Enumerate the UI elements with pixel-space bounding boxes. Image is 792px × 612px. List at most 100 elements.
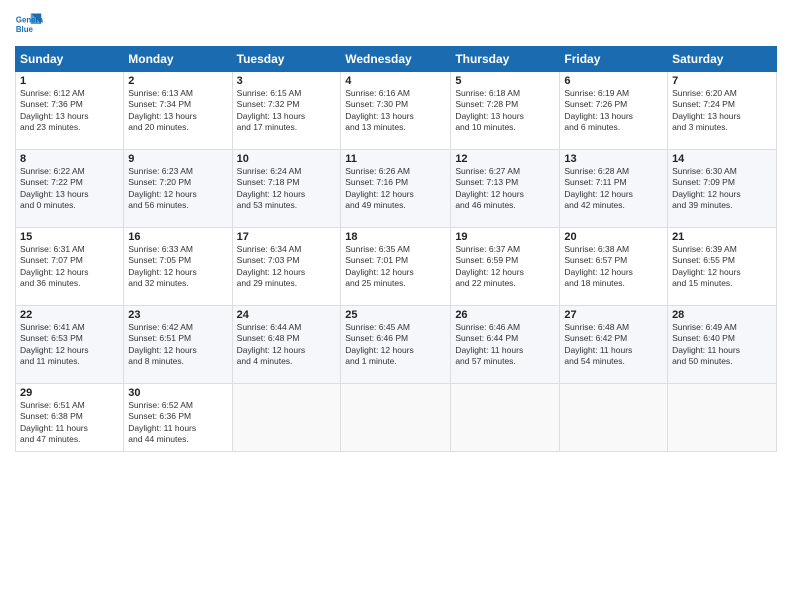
calendar-week-3: 15Sunrise: 6:31 AM Sunset: 7:07 PM Dayli…	[16, 228, 777, 306]
day-number: 16	[128, 231, 227, 243]
day-info: Sunrise: 6:52 AM Sunset: 6:36 PM Dayligh…	[128, 400, 227, 446]
day-info: Sunrise: 6:49 AM Sunset: 6:40 PM Dayligh…	[672, 322, 772, 368]
day-number: 4	[345, 75, 446, 87]
calendar-cell: 21Sunrise: 6:39 AM Sunset: 6:55 PM Dayli…	[668, 228, 777, 306]
day-number: 15	[20, 231, 119, 243]
calendar-cell: 20Sunrise: 6:38 AM Sunset: 6:57 PM Dayli…	[560, 228, 668, 306]
weekday-header-monday: Monday	[124, 47, 232, 72]
day-info: Sunrise: 6:27 AM Sunset: 7:13 PM Dayligh…	[455, 166, 555, 212]
day-info: Sunrise: 6:38 AM Sunset: 6:57 PM Dayligh…	[564, 244, 663, 290]
calendar-cell: 23Sunrise: 6:42 AM Sunset: 6:51 PM Dayli…	[124, 306, 232, 384]
svg-text:General: General	[16, 15, 43, 24]
day-info: Sunrise: 6:39 AM Sunset: 6:55 PM Dayligh…	[672, 244, 772, 290]
day-number: 2	[128, 75, 227, 87]
calendar-cell: 3Sunrise: 6:15 AM Sunset: 7:32 PM Daylig…	[232, 72, 341, 150]
day-info: Sunrise: 6:13 AM Sunset: 7:34 PM Dayligh…	[128, 88, 227, 134]
day-number: 23	[128, 309, 227, 321]
calendar-cell	[232, 384, 341, 452]
logo: General Blue	[15, 10, 45, 38]
day-info: Sunrise: 6:24 AM Sunset: 7:18 PM Dayligh…	[237, 166, 337, 212]
weekday-header-tuesday: Tuesday	[232, 47, 341, 72]
day-number: 26	[455, 309, 555, 321]
weekday-header-row: SundayMondayTuesdayWednesdayThursdayFrid…	[16, 47, 777, 72]
calendar-cell: 19Sunrise: 6:37 AM Sunset: 6:59 PM Dayli…	[451, 228, 560, 306]
calendar-table: SundayMondayTuesdayWednesdayThursdayFrid…	[15, 46, 777, 452]
calendar-cell: 10Sunrise: 6:24 AM Sunset: 7:18 PM Dayli…	[232, 150, 341, 228]
day-number: 6	[564, 75, 663, 87]
day-info: Sunrise: 6:45 AM Sunset: 6:46 PM Dayligh…	[345, 322, 446, 368]
day-info: Sunrise: 6:34 AM Sunset: 7:03 PM Dayligh…	[237, 244, 337, 290]
day-info: Sunrise: 6:48 AM Sunset: 6:42 PM Dayligh…	[564, 322, 663, 368]
day-number: 25	[345, 309, 446, 321]
calendar-cell: 15Sunrise: 6:31 AM Sunset: 7:07 PM Dayli…	[16, 228, 124, 306]
day-number: 14	[672, 153, 772, 165]
calendar-cell: 28Sunrise: 6:49 AM Sunset: 6:40 PM Dayli…	[668, 306, 777, 384]
calendar-cell: 17Sunrise: 6:34 AM Sunset: 7:03 PM Dayli…	[232, 228, 341, 306]
day-info: Sunrise: 6:35 AM Sunset: 7:01 PM Dayligh…	[345, 244, 446, 290]
day-info: Sunrise: 6:31 AM Sunset: 7:07 PM Dayligh…	[20, 244, 119, 290]
day-info: Sunrise: 6:28 AM Sunset: 7:11 PM Dayligh…	[564, 166, 663, 212]
calendar-cell: 16Sunrise: 6:33 AM Sunset: 7:05 PM Dayli…	[124, 228, 232, 306]
day-info: Sunrise: 6:30 AM Sunset: 7:09 PM Dayligh…	[672, 166, 772, 212]
day-number: 1	[20, 75, 119, 87]
logo-icon: General Blue	[15, 10, 43, 38]
weekday-header-saturday: Saturday	[668, 47, 777, 72]
calendar-cell: 7Sunrise: 6:20 AM Sunset: 7:24 PM Daylig…	[668, 72, 777, 150]
calendar-week-2: 8Sunrise: 6:22 AM Sunset: 7:22 PM Daylig…	[16, 150, 777, 228]
day-number: 5	[455, 75, 555, 87]
day-info: Sunrise: 6:18 AM Sunset: 7:28 PM Dayligh…	[455, 88, 555, 134]
day-number: 19	[455, 231, 555, 243]
calendar-cell: 24Sunrise: 6:44 AM Sunset: 6:48 PM Dayli…	[232, 306, 341, 384]
day-number: 20	[564, 231, 663, 243]
calendar-cell: 26Sunrise: 6:46 AM Sunset: 6:44 PM Dayli…	[451, 306, 560, 384]
page-container: General Blue SundayMondayTuesdayWednesda…	[0, 0, 792, 612]
weekday-header-friday: Friday	[560, 47, 668, 72]
calendar-cell: 12Sunrise: 6:27 AM Sunset: 7:13 PM Dayli…	[451, 150, 560, 228]
calendar-cell: 22Sunrise: 6:41 AM Sunset: 6:53 PM Dayli…	[16, 306, 124, 384]
day-info: Sunrise: 6:15 AM Sunset: 7:32 PM Dayligh…	[237, 88, 337, 134]
day-number: 8	[20, 153, 119, 165]
day-number: 29	[20, 387, 119, 399]
day-info: Sunrise: 6:26 AM Sunset: 7:16 PM Dayligh…	[345, 166, 446, 212]
day-info: Sunrise: 6:19 AM Sunset: 7:26 PM Dayligh…	[564, 88, 663, 134]
day-number: 13	[564, 153, 663, 165]
weekday-header-wednesday: Wednesday	[341, 47, 451, 72]
calendar-cell: 18Sunrise: 6:35 AM Sunset: 7:01 PM Dayli…	[341, 228, 451, 306]
day-number: 3	[237, 75, 337, 87]
day-number: 7	[672, 75, 772, 87]
calendar-cell: 30Sunrise: 6:52 AM Sunset: 6:36 PM Dayli…	[124, 384, 232, 452]
day-number: 10	[237, 153, 337, 165]
weekday-header-thursday: Thursday	[451, 47, 560, 72]
day-number: 30	[128, 387, 227, 399]
calendar-cell	[451, 384, 560, 452]
day-info: Sunrise: 6:51 AM Sunset: 6:38 PM Dayligh…	[20, 400, 119, 446]
calendar-cell: 9Sunrise: 6:23 AM Sunset: 7:20 PM Daylig…	[124, 150, 232, 228]
calendar-cell: 29Sunrise: 6:51 AM Sunset: 6:38 PM Dayli…	[16, 384, 124, 452]
day-number: 9	[128, 153, 227, 165]
calendar-cell: 13Sunrise: 6:28 AM Sunset: 7:11 PM Dayli…	[560, 150, 668, 228]
calendar-cell: 27Sunrise: 6:48 AM Sunset: 6:42 PM Dayli…	[560, 306, 668, 384]
calendar-week-5: 29Sunrise: 6:51 AM Sunset: 6:38 PM Dayli…	[16, 384, 777, 452]
day-number: 27	[564, 309, 663, 321]
calendar-cell: 8Sunrise: 6:22 AM Sunset: 7:22 PM Daylig…	[16, 150, 124, 228]
calendar-cell: 6Sunrise: 6:19 AM Sunset: 7:26 PM Daylig…	[560, 72, 668, 150]
calendar-cell: 5Sunrise: 6:18 AM Sunset: 7:28 PM Daylig…	[451, 72, 560, 150]
day-info: Sunrise: 6:12 AM Sunset: 7:36 PM Dayligh…	[20, 88, 119, 134]
day-info: Sunrise: 6:33 AM Sunset: 7:05 PM Dayligh…	[128, 244, 227, 290]
calendar-cell: 4Sunrise: 6:16 AM Sunset: 7:30 PM Daylig…	[341, 72, 451, 150]
day-info: Sunrise: 6:46 AM Sunset: 6:44 PM Dayligh…	[455, 322, 555, 368]
day-number: 18	[345, 231, 446, 243]
calendar-cell	[560, 384, 668, 452]
day-info: Sunrise: 6:22 AM Sunset: 7:22 PM Dayligh…	[20, 166, 119, 212]
calendar-cell	[341, 384, 451, 452]
day-info: Sunrise: 6:42 AM Sunset: 6:51 PM Dayligh…	[128, 322, 227, 368]
day-info: Sunrise: 6:20 AM Sunset: 7:24 PM Dayligh…	[672, 88, 772, 134]
page-header: General Blue	[15, 10, 777, 38]
day-info: Sunrise: 6:44 AM Sunset: 6:48 PM Dayligh…	[237, 322, 337, 368]
day-info: Sunrise: 6:37 AM Sunset: 6:59 PM Dayligh…	[455, 244, 555, 290]
calendar-week-4: 22Sunrise: 6:41 AM Sunset: 6:53 PM Dayli…	[16, 306, 777, 384]
day-number: 28	[672, 309, 772, 321]
calendar-cell	[668, 384, 777, 452]
svg-text:Blue: Blue	[16, 25, 34, 34]
calendar-cell: 11Sunrise: 6:26 AM Sunset: 7:16 PM Dayli…	[341, 150, 451, 228]
